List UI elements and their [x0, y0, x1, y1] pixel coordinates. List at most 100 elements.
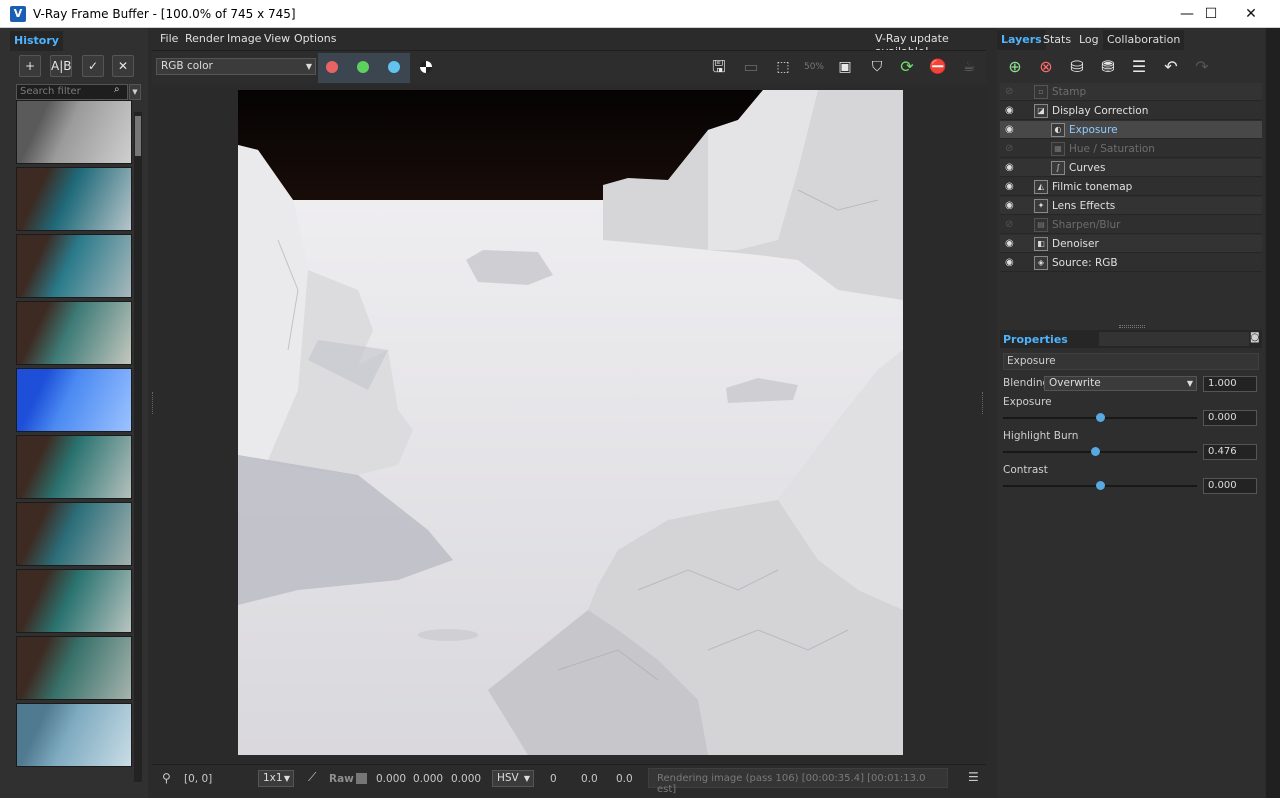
slider-label: Contrast — [1003, 464, 1048, 476]
color-mode-select[interactable]: HSV ▼ — [492, 770, 534, 787]
tab-stats[interactable]: Stats — [1039, 30, 1075, 50]
region-render-icon[interactable]: ⬚ — [770, 54, 796, 80]
frame-buffer-toolbar: RGB color ▼ 🖫 ▭ ⬚ 50% ▣ ⛉ ⟳ ⛔ ☕ — [152, 50, 986, 84]
interactive-render-icon[interactable]: ⟳ — [894, 54, 920, 80]
track-mouse-icon[interactable]: 50% — [801, 54, 827, 80]
history-search-input[interactable]: Search filter — [16, 84, 128, 100]
visibility-eye-icon[interactable]: ◉ — [1005, 178, 1019, 196]
visibility-eye-icon[interactable]: ⊘ — [1005, 140, 1019, 158]
history-thumb-6[interactable] — [16, 435, 132, 499]
alpha-channel-toggle[interactable] — [420, 61, 432, 73]
history-thumb-5[interactable] — [16, 368, 132, 432]
layer-row[interactable]: ◉ ✦ Lens Effects — [1000, 197, 1262, 215]
menu-file[interactable]: File — [160, 32, 178, 45]
right-splitter-handle[interactable] — [982, 392, 986, 414]
add-layer-icon[interactable]: ⊕ — [1002, 54, 1028, 80]
slider-value-input[interactable]: 0.000 — [1203, 410, 1257, 426]
title-bar: V V-Ray Frame Buffer - [100.0% of 745 x … — [0, 0, 1280, 28]
undo-icon[interactable]: ↶ — [1158, 54, 1184, 80]
show-corrections-icon[interactable]: ⛉ — [864, 54, 890, 80]
layer-type-icon: ◐ — [1051, 123, 1065, 137]
blending-label: Blending — [1003, 377, 1050, 389]
history-thumb-10[interactable] — [16, 703, 132, 767]
layer-row[interactable]: ◉ ◧ Denoiser — [1000, 235, 1262, 253]
layer-name: Sharpen/Blur — [1052, 219, 1121, 231]
render-last-region-icon[interactable]: ▣ — [832, 54, 858, 80]
red-channel-toggle[interactable] — [326, 61, 338, 73]
history-thumb-7[interactable] — [16, 502, 132, 566]
chevron-down-icon: ▼ — [283, 774, 290, 783]
layer-type-icon: ▫ — [1034, 85, 1048, 99]
filter-dropdown-icon[interactable]: ▼ — [129, 84, 141, 100]
slider-knob[interactable] — [1096, 413, 1105, 422]
slider-value-input[interactable]: 0.476 — [1203, 444, 1257, 460]
sampling-select[interactable]: 1x1 ▼ — [258, 770, 294, 787]
slider-value-input[interactable]: 0.000 — [1203, 478, 1257, 494]
layer-row[interactable]: ⊘ ▦ Hue / Saturation — [1000, 140, 1262, 158]
layer-row[interactable]: ⊘ ▫ Stamp — [1000, 83, 1262, 101]
blending-mode-select[interactable]: Overwrite ▼ — [1044, 376, 1197, 391]
history-thumb-9[interactable] — [16, 636, 132, 700]
visibility-eye-icon[interactable]: ◉ — [1005, 102, 1019, 120]
panel-splitter-handle[interactable] — [1119, 325, 1145, 328]
visibility-eye-icon[interactable]: ◉ — [1005, 197, 1019, 215]
history-scrollbar[interactable] — [134, 112, 142, 782]
properties-header: Properties ◙ — [1000, 330, 1262, 348]
visibility-eye-icon[interactable]: ◉ — [1005, 254, 1019, 272]
channel-select[interactable]: RGB color ▼ — [156, 58, 316, 75]
slider-knob[interactable] — [1096, 481, 1105, 490]
menu-image[interactable]: Image — [227, 32, 261, 45]
properties-options-icon[interactable]: ◙ — [1250, 332, 1260, 343]
layer-row[interactable]: ⊘ ▤ Sharpen/Blur — [1000, 216, 1262, 234]
visibility-eye-icon[interactable]: ⊘ — [1005, 216, 1019, 234]
visibility-eye-icon[interactable]: ◉ — [1005, 159, 1019, 177]
green-channel-toggle[interactable] — [357, 61, 369, 73]
color-picker-icon[interactable]: ⟋ — [308, 770, 316, 785]
tab-history[interactable]: History — [10, 31, 63, 51]
history-thumb-3[interactable] — [16, 234, 132, 298]
render-teapot-icon[interactable]: ☕ — [956, 54, 982, 80]
raw-value-g: 0.000 — [413, 773, 444, 785]
redo-icon[interactable]: ↷ — [1189, 54, 1215, 80]
visibility-eye-icon[interactable]: ◉ — [1005, 235, 1019, 253]
toggle-log-icon[interactable]: ☰ — [968, 770, 979, 784]
close-button[interactable]: ✕ — [1228, 0, 1274, 28]
remove-history-icon[interactable]: ✕ — [112, 55, 134, 77]
rendered-image[interactable] — [238, 90, 903, 755]
history-thumb-2[interactable] — [16, 167, 132, 231]
stop-render-icon[interactable]: ⛔ — [925, 54, 951, 80]
visibility-eye-icon[interactable]: ◉ — [1005, 121, 1019, 139]
layer-row[interactable]: ◉ ∫ Curves — [1000, 159, 1262, 177]
pin-icon[interactable]: ⚲ — [162, 771, 171, 785]
delete-layer-icon[interactable]: ⊗ — [1033, 54, 1059, 80]
left-splitter-handle[interactable] — [152, 392, 156, 414]
menu-options[interactable]: Options — [294, 32, 336, 45]
load-image-icon[interactable]: ▭ — [738, 54, 764, 80]
layer-presets-icon[interactable]: ☰ — [1126, 54, 1152, 80]
history-thumb-4[interactable] — [16, 301, 132, 365]
history-thumb-1[interactable] — [16, 100, 132, 164]
menu-view[interactable]: View — [264, 32, 290, 45]
load-layer-tree-icon[interactable]: ⛃ — [1095, 54, 1121, 80]
layer-row[interactable]: ◉ ◪ Display Correction — [1000, 102, 1262, 120]
search-icon[interactable]: ⌕ — [114, 84, 120, 95]
load-history-icon[interactable]: ✓ — [82, 55, 104, 77]
save-to-history-icon[interactable]: + — [19, 55, 41, 77]
blue-channel-toggle[interactable] — [388, 61, 400, 73]
layer-row[interactable]: ◉ ◈ Source: RGB — [1000, 254, 1262, 272]
layer-row[interactable]: ◉ ◭ Filmic tonemap — [1000, 178, 1262, 196]
save-image-icon[interactable]: 🖫 — [706, 54, 732, 80]
tab-log[interactable]: Log — [1075, 30, 1103, 50]
raw-label: Raw — [329, 773, 354, 785]
visibility-eye-icon[interactable]: ⊘ — [1005, 83, 1019, 101]
ab-compare-icon[interactable]: A|B — [50, 55, 72, 77]
history-thumb-8[interactable] — [16, 569, 132, 633]
save-layer-tree-icon[interactable]: ⛁ — [1064, 54, 1090, 80]
menu-render[interactable]: Render — [185, 32, 224, 45]
blending-mode-value: Overwrite — [1049, 377, 1101, 389]
blending-opacity-input[interactable]: 1.000 — [1203, 376, 1257, 392]
slider-knob[interactable] — [1091, 447, 1101, 456]
tab-collaboration[interactable]: Collaboration — [1103, 30, 1185, 50]
hsv-value-v: 0.0 — [616, 773, 633, 785]
layer-row[interactable]: ◉ ◐ Exposure — [1000, 121, 1262, 139]
